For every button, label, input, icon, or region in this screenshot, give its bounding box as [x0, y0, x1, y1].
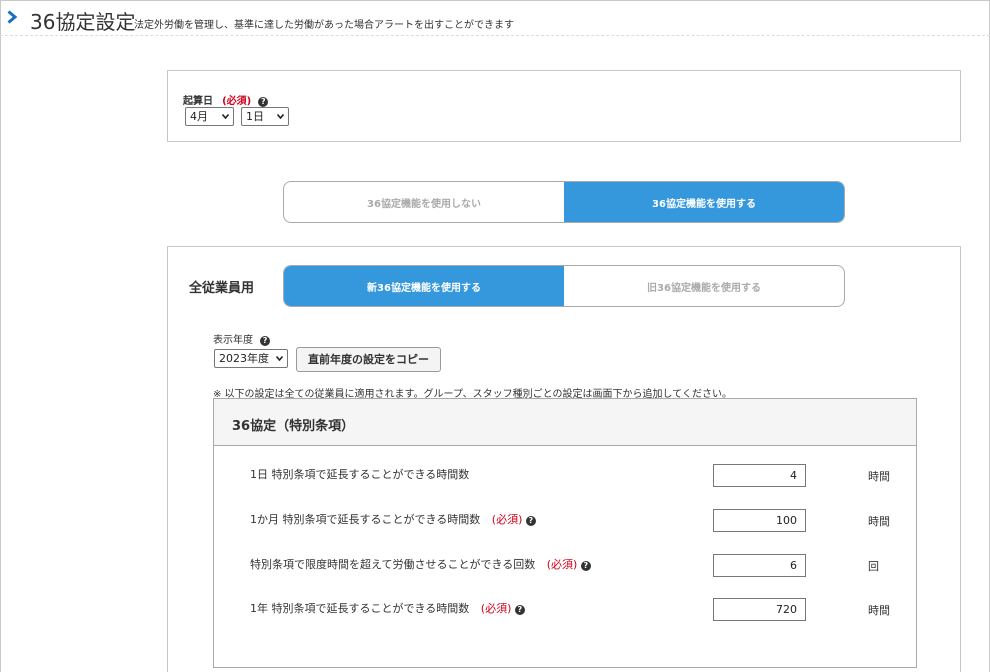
- unit-label: 回: [868, 560, 879, 573]
- row-label-text: 1年 特別条項で延長することができる時間数: [250, 602, 470, 615]
- row-label-monthly: 1か月 特別条項で延長することができる時間数 (必須) ?: [250, 511, 536, 527]
- start-date-label-row: 起算日 (必須) ?: [183, 89, 269, 108]
- new-36-button[interactable]: 新36協定機能を使用する: [284, 266, 564, 306]
- display-year-label-row: 表示年度 ?: [213, 328, 271, 347]
- copy-previous-year-button[interactable]: 直前年度の設定をコピー: [296, 347, 441, 372]
- month-select[interactable]: 4月: [185, 107, 234, 126]
- enable-36-button[interactable]: 36協定機能を使用する: [564, 182, 844, 222]
- required-mark: (必須): [480, 602, 512, 615]
- page-subtitle: 法定外労働を管理し、基準に達した労働があった場合アラートを出すことができます: [134, 20, 514, 31]
- display-year-label: 表示年度: [213, 335, 253, 346]
- row-label-daily: 1日 特別条項で延長することができる時間数: [250, 466, 469, 482]
- day-select[interactable]: 1日: [241, 107, 289, 126]
- help-icon[interactable]: ?: [525, 516, 536, 526]
- panel-title: 36協定（特別条項）: [232, 419, 355, 434]
- required-mark: (必須): [491, 513, 523, 526]
- usage-toggle: 36協定機能を使用しない 36協定機能を使用する: [283, 181, 845, 223]
- panel-header: 36協定（特別条項）: [214, 399, 916, 446]
- disable-36-button[interactable]: 36協定機能を使用しない: [284, 182, 564, 222]
- row-label-text: 特別条項で限度時間を超えて労働させることができる回数: [250, 558, 536, 571]
- month-select-value: 4月: [190, 110, 208, 123]
- help-icon[interactable]: ?: [260, 336, 271, 346]
- start-date-section: [167, 70, 961, 142]
- required-mark: (必須): [546, 558, 578, 571]
- chevron-down-icon: [222, 114, 229, 119]
- unit-label: 時間: [868, 515, 890, 528]
- day-select-value: 1日: [246, 110, 264, 123]
- all-employees-label: 全従業員用: [189, 281, 255, 296]
- start-date-label: 起算日: [183, 96, 213, 107]
- yearly-hours-input[interactable]: 720: [713, 598, 806, 621]
- page-header: 36協定設定 法定外労働を管理し、基準に達した労働があった場合アラートを出すこと…: [0, 0, 990, 36]
- required-mark: (必須): [222, 96, 252, 107]
- exceed-count-input[interactable]: 6: [713, 554, 806, 577]
- row-label-text: 1か月 特別条項で延長することができる時間数: [250, 513, 481, 526]
- chevron-right-icon: [7, 10, 17, 24]
- help-icon[interactable]: ?: [258, 97, 269, 107]
- chevron-down-icon: [276, 356, 283, 361]
- monthly-hours-input[interactable]: 100: [713, 509, 806, 532]
- row-label-count: 特別条項で限度時間を超えて労働させることができる回数 (必須) ?: [250, 556, 591, 572]
- unit-label: 時間: [868, 604, 890, 617]
- daily-hours-input[interactable]: 4: [713, 464, 806, 487]
- old-36-button[interactable]: 旧36協定機能を使用する: [564, 266, 844, 306]
- row-label-text: 1日 特別条項で延長することができる時間数: [250, 468, 470, 481]
- chevron-down-icon: [277, 114, 284, 119]
- page-title: 36協定設定: [30, 10, 136, 34]
- help-icon[interactable]: ?: [580, 561, 591, 571]
- special-clause-panel: 36協定（特別条項）: [213, 398, 917, 668]
- unit-label: 時間: [868, 470, 890, 483]
- row-label-yearly: 1年 特別条項で延長することができる時間数 (必須) ?: [250, 600, 525, 616]
- version-toggle: 新36協定機能を使用する 旧36協定機能を使用する: [283, 265, 845, 307]
- year-select[interactable]: 2023年度: [214, 349, 288, 368]
- help-icon[interactable]: ?: [514, 605, 525, 615]
- year-select-value: 2023年度: [219, 352, 269, 365]
